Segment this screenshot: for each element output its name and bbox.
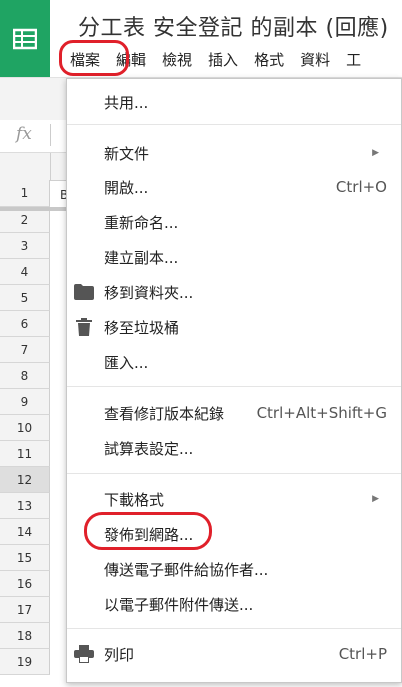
row-header[interactable]: 9 — [0, 389, 50, 415]
menu-item-open[interactable]: 開啟... Ctrl+O — [67, 173, 401, 201]
row-header[interactable]: 3 — [0, 233, 50, 259]
menu-item-move-label: 移到資料夾... — [104, 283, 194, 302]
menu-item-share-label: 共用... — [104, 93, 149, 112]
menu-item-import[interactable]: 匯入... — [67, 348, 401, 376]
menu-item-email-collab-label: 傳送電子郵件給協作者... — [104, 560, 269, 579]
file-menu-highlight — [59, 40, 129, 76]
printer-icon — [73, 643, 95, 665]
menu-item-trash[interactable]: 移至垃圾桶 — [67, 313, 401, 341]
publish-highlight — [84, 512, 212, 550]
menu-insert[interactable]: 插入 — [200, 49, 246, 70]
row-header[interactable]: 5 — [0, 285, 50, 311]
open-shortcut: Ctrl+O — [335, 178, 387, 196]
file-menu-dropdown: 共用... 新文件 ▶ 開啟... Ctrl+O 重新命名... 建立副本...… — [66, 78, 402, 683]
row-header[interactable]: 13 — [0, 493, 50, 519]
fx-icon: fx — [16, 124, 32, 144]
row-header[interactable]: 11 — [0, 441, 50, 467]
trash-icon — [73, 316, 95, 338]
menu-item-rename[interactable]: 重新命名... — [67, 208, 401, 236]
row-header[interactable]: 8 — [0, 363, 50, 389]
menu-item-email-attach-label: 以電子郵件附件傳送... — [104, 595, 254, 614]
menu-tools[interactable]: 工 — [338, 49, 369, 70]
menu-separator — [67, 628, 401, 629]
row-header[interactable]: 18 — [0, 623, 50, 649]
menu-data[interactable]: 資料 — [292, 49, 338, 70]
document-title[interactable]: 分工表 安全登記 的副本 (回應) — [78, 10, 389, 42]
menu-item-trash-label: 移至垃圾桶 — [104, 318, 180, 337]
row-header[interactable]: 6 — [0, 311, 50, 337]
menu-item-print-label: 列印 — [104, 645, 135, 664]
menu-item-import-label: 匯入... — [104, 353, 149, 372]
submenu-arrow-icon: ▶ — [372, 148, 379, 158]
menu-item-share[interactable]: 共用... — [67, 88, 401, 116]
menu-item-new[interactable]: 新文件 ▶ — [67, 139, 401, 167]
menu-item-email-collaborators[interactable]: 傳送電子郵件給協作者... — [67, 555, 401, 583]
menu-item-download-as[interactable]: 下載格式 ▶ — [67, 485, 401, 513]
row-header[interactable]: 4 — [0, 259, 50, 285]
menu-format[interactable]: 格式 — [246, 49, 292, 70]
menu-item-print[interactable]: 列印 Ctrl+P — [67, 640, 401, 668]
folder-icon — [73, 281, 95, 303]
menu-item-revisions-label: 查看修訂版本紀錄 — [104, 404, 225, 423]
menu-separator — [67, 124, 401, 125]
select-all-corner[interactable] — [0, 153, 51, 180]
menu-item-download-label: 下載格式 — [104, 490, 165, 509]
revisions-shortcut: Ctrl+Alt+Shift+G — [256, 404, 387, 422]
row-header[interactable]: 17 — [0, 597, 50, 623]
row-header[interactable]: 12 — [0, 467, 50, 493]
sheets-logo-icon — [13, 28, 37, 49]
menu-item-spreadsheet-settings[interactable]: 試算表設定... — [67, 434, 401, 462]
menu-item-revision-history[interactable]: 查看修訂版本紀錄 Ctrl+Alt+Shift+G — [67, 399, 401, 427]
row-header[interactable]: 10 — [0, 415, 50, 441]
menu-item-email-attachment[interactable]: 以電子郵件附件傳送... — [67, 590, 401, 618]
menu-item-settings-label: 試算表設定... — [104, 439, 194, 458]
menu-item-make-copy-label: 建立副本... — [104, 248, 179, 267]
submenu-arrow-icon: ▶ — [372, 494, 379, 504]
row-header[interactable]: 19 — [0, 649, 50, 675]
menu-item-make-copy[interactable]: 建立副本... — [67, 243, 401, 271]
row-header[interactable]: 14 — [0, 519, 50, 545]
row-header[interactable]: 1 — [0, 180, 50, 207]
print-shortcut: Ctrl+P — [338, 645, 387, 663]
menu-item-move-to-folder[interactable]: 移到資料夾... — [67, 278, 401, 306]
row-header[interactable]: 16 — [0, 571, 50, 597]
sheets-logo[interactable] — [0, 0, 50, 77]
row-header[interactable]: 15 — [0, 545, 50, 571]
row-header[interactable]: 7 — [0, 337, 50, 363]
menu-view[interactable]: 檢視 — [154, 49, 200, 70]
formula-divider — [50, 124, 51, 146]
menu-item-rename-label: 重新命名... — [104, 213, 179, 232]
row-headers: 1 2 3 4 5 6 7 8 9 10 11 12 13 14 15 16 17 18 19 — [0, 180, 50, 675]
menu-separator — [67, 386, 401, 387]
menu-item-open-label: 開啟... — [104, 178, 149, 197]
menu-separator — [67, 473, 401, 474]
menu-item-new-label: 新文件 — [104, 144, 150, 163]
